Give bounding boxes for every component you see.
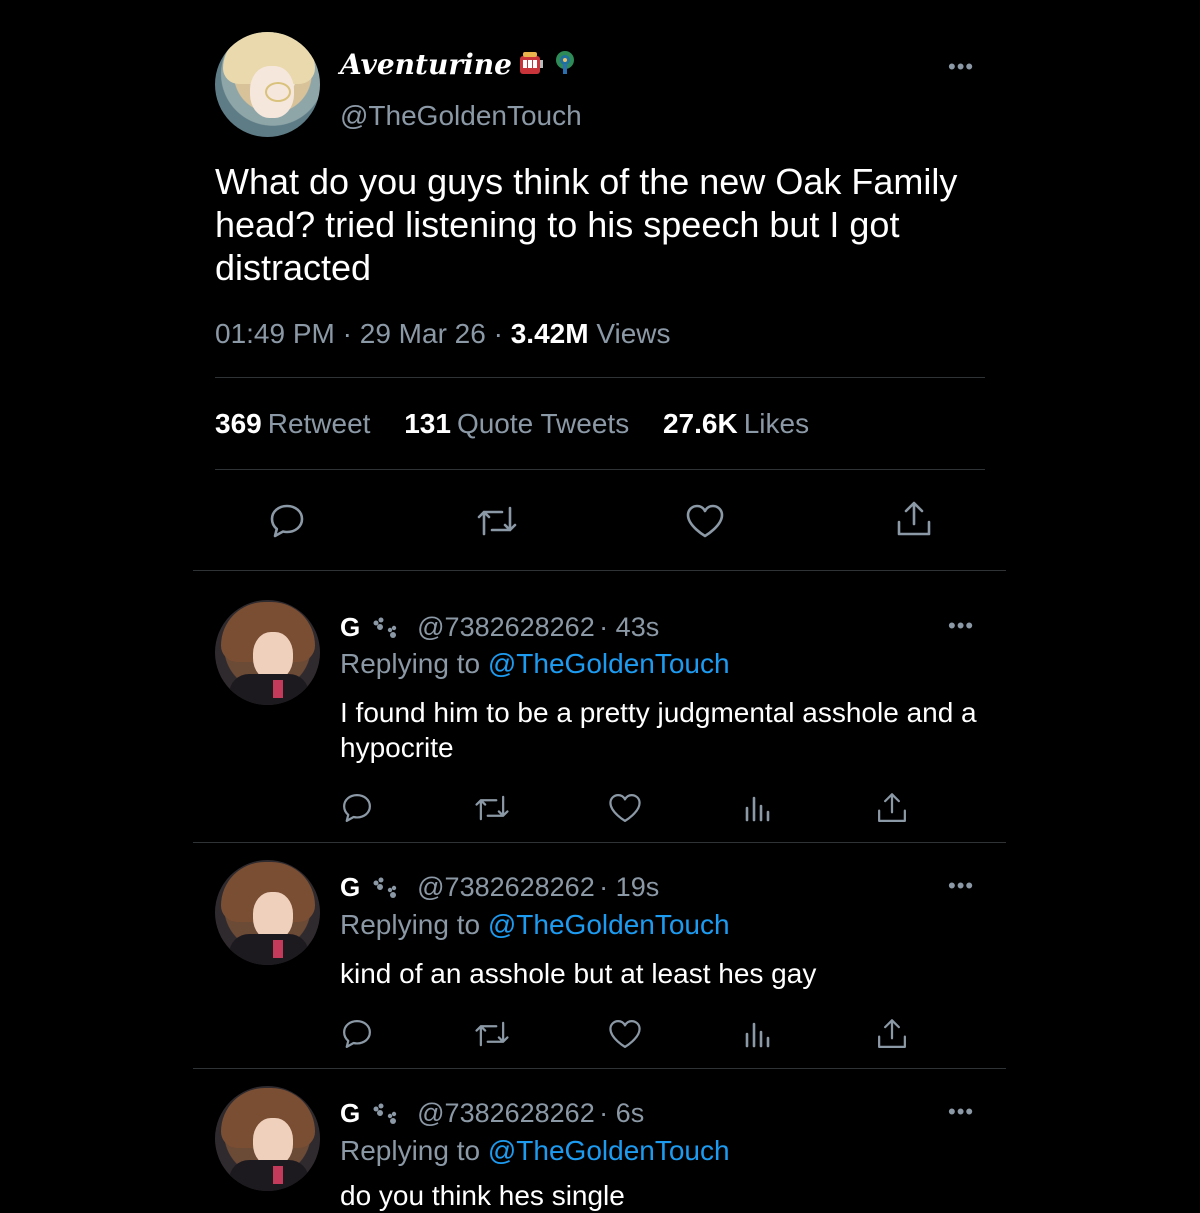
avatar-face [253, 1118, 293, 1166]
avatar-coat [229, 1160, 309, 1191]
avatar-tie [273, 680, 283, 698]
reply-header: G @7382628262 · 43s [340, 612, 659, 646]
reply-icon[interactable] [339, 1016, 375, 1057]
like-icon[interactable] [683, 500, 727, 547]
author-display-name: Aventurine [340, 48, 512, 81]
reply-author-name[interactable]: G [340, 1098, 360, 1128]
replying-to-label: Replying to [340, 1135, 481, 1166]
reply-avatar[interactable] [215, 600, 320, 705]
quotes-count: 131 [404, 408, 451, 439]
retweet-icon[interactable] [474, 500, 520, 547]
paw-prints-icon [371, 617, 399, 646]
paw-prints-icon [371, 1103, 399, 1132]
retweet-icon[interactable] [472, 1016, 512, 1057]
reply-time[interactable]: 6s [616, 1098, 645, 1128]
share-icon[interactable] [874, 1016, 910, 1057]
divider [193, 570, 1006, 571]
tweet-date[interactable]: 29 Mar 26 [360, 318, 486, 349]
reply-header: G @7382628262 · 19s [340, 872, 659, 906]
author-name[interactable]: Aventurine [340, 48, 580, 83]
reply-separator: · [599, 612, 616, 642]
reply-handle[interactable]: @7382628262 [417, 612, 595, 642]
reply-icon[interactable] [339, 790, 375, 831]
reply-time[interactable]: 43s [616, 612, 660, 642]
share-icon[interactable] [893, 498, 935, 545]
more-options-icon[interactable]: ••• [948, 1099, 974, 1125]
avatar-coat [229, 674, 309, 705]
analytics-icon[interactable] [742, 1018, 774, 1055]
more-options-icon[interactable]: ••• [948, 54, 974, 80]
quotes-stat[interactable]: 131 Quote Tweets [404, 408, 629, 439]
replying-to-mention[interactable]: @TheGoldenTouch [488, 909, 730, 940]
avatar-coat [229, 934, 309, 965]
reply-separator: · [599, 872, 616, 902]
replying-to: Replying to @TheGoldenTouch [340, 909, 730, 941]
quotes-label: Quote Tweets [456, 408, 630, 439]
reply-text: I found him to be a pretty judgmental as… [340, 697, 977, 763]
slot-machine-icon [518, 50, 544, 83]
retweets-label: Retweet [267, 408, 371, 439]
reply-avatar[interactable] [215, 860, 320, 965]
replying-to-label: Replying to [340, 909, 481, 940]
reply-icon[interactable] [266, 500, 308, 547]
reply-avatar[interactable] [215, 1086, 320, 1191]
more-options-icon[interactable]: ••• [948, 613, 974, 639]
like-icon[interactable] [606, 1016, 644, 1057]
retweet-icon[interactable] [472, 790, 512, 831]
retweets-count: 369 [215, 408, 262, 439]
reply-handle[interactable]: @7382628262 [417, 1098, 595, 1128]
reply-header: G @7382628262 · 6s [340, 1098, 644, 1132]
likes-label: Likes [743, 408, 810, 439]
avatar-face [253, 892, 293, 940]
paw-prints-icon [371, 877, 399, 906]
divider [215, 469, 985, 470]
tweet-time[interactable]: 01:49 PM [215, 318, 335, 349]
reply-handle[interactable]: @7382628262 [417, 872, 595, 902]
author-handle[interactable]: @TheGoldenTouch [340, 100, 582, 132]
peacock-icon [550, 50, 580, 83]
replying-to: Replying to @TheGoldenTouch [340, 1135, 730, 1167]
like-icon[interactable] [606, 790, 644, 831]
author-avatar[interactable] [215, 32, 320, 137]
reply-time[interactable]: 19s [616, 872, 660, 902]
divider [193, 842, 1006, 843]
reply-text: do you think hes single [340, 1180, 625, 1211]
avatar-tie [273, 940, 283, 958]
retweets-stat[interactable]: 369 Retweet [215, 408, 370, 439]
more-options-icon[interactable]: ••• [948, 873, 974, 899]
avatar-glasses [265, 82, 291, 102]
meta-separator: · [342, 318, 360, 349]
replying-to-label: Replying to [340, 648, 481, 679]
divider [215, 377, 985, 378]
replying-to-mention[interactable]: @TheGoldenTouch [488, 648, 730, 679]
divider [193, 1068, 1006, 1069]
reply-author-name[interactable]: G [340, 612, 360, 642]
tweet-text: What do you guys think of the new Oak Fa… [215, 161, 958, 288]
tweet-meta: 01:49 PM · 29 Mar 26 · 3.42M Views [215, 318, 671, 350]
replying-to-mention[interactable]: @TheGoldenTouch [488, 1135, 730, 1166]
views-count: 3.42M [510, 318, 589, 349]
reply-author-name[interactable]: G [340, 872, 360, 902]
tweet-stats: 369 Retweet 131 Quote Tweets 27.6K Likes [215, 408, 835, 440]
likes-stat[interactable]: 27.6K Likes [663, 408, 809, 439]
replying-to: Replying to @TheGoldenTouch [340, 648, 730, 680]
avatar-tie [273, 1166, 283, 1184]
analytics-icon[interactable] [742, 792, 774, 829]
avatar-face [253, 632, 293, 680]
meta-separator: · [493, 318, 511, 349]
reply-text: kind of an asshole but at least hes gay [340, 958, 817, 989]
likes-count: 27.6K [662, 408, 738, 439]
views-label: Views [596, 318, 671, 349]
share-icon[interactable] [874, 790, 910, 831]
reply-separator: · [599, 1098, 616, 1128]
